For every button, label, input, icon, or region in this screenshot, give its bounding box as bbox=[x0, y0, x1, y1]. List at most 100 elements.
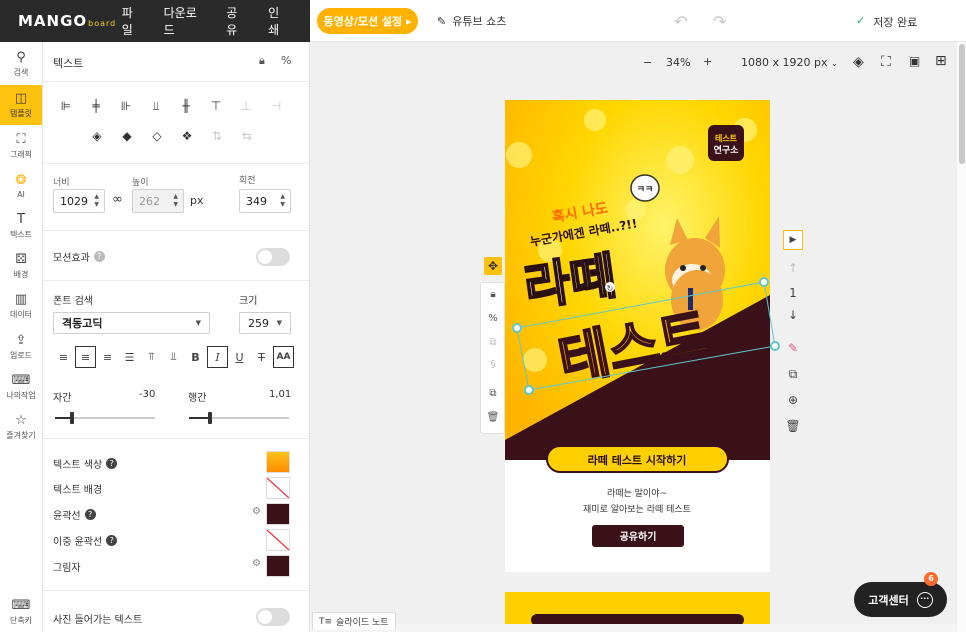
help-icon[interactable]: ? bbox=[106, 535, 118, 546]
stepper-icon[interactable]: ▲ ▼ bbox=[280, 193, 285, 209]
slider-handle[interactable] bbox=[70, 412, 74, 424]
lock-icon[interactable]: 🔒︎ bbox=[259, 54, 265, 68]
align-text-center-icon[interactable]: ≡ bbox=[75, 346, 96, 368]
link-element-icon[interactable]: § bbox=[481, 359, 505, 370]
nav-text[interactable]: T 텍스트 bbox=[0, 206, 42, 246]
slider-handle[interactable] bbox=[208, 412, 212, 424]
zoom-out-icon[interactable]: − bbox=[643, 56, 652, 69]
logo[interactable]: MANGO board bbox=[18, 12, 122, 30]
opacity-icon[interactable]: % bbox=[481, 313, 505, 324]
align-top-icon[interactable]: ⊤ bbox=[201, 96, 231, 116]
menu-download[interactable]: 다운로드 bbox=[164, 4, 206, 38]
photo-text-toggle[interactable] bbox=[256, 608, 290, 626]
horizontal-scrollbar[interactable] bbox=[310, 624, 956, 632]
page-down-icon[interactable]: ↓ bbox=[783, 305, 803, 325]
strikethrough-icon[interactable]: T bbox=[251, 346, 272, 368]
scrollbar-thumb[interactable] bbox=[959, 44, 965, 164]
gear-icon[interactable]: ⚙ bbox=[252, 506, 261, 517]
menu-print[interactable]: 인쇄 bbox=[268, 4, 289, 38]
underline-icon[interactable]: U bbox=[229, 346, 250, 368]
vertical-top-icon[interactable]: ⫪ bbox=[141, 346, 162, 368]
design-page-2[interactable] bbox=[505, 592, 770, 624]
motion-settings-button[interactable]: 동영상/모션 설정 ▸ bbox=[317, 8, 418, 34]
link-icon[interactable]: ∞ bbox=[112, 192, 123, 207]
nav-graphic[interactable]: ⛶ 그래픽 bbox=[0, 126, 42, 166]
bold-icon[interactable]: B bbox=[185, 346, 206, 368]
add-page-icon[interactable]: ⊕ bbox=[783, 390, 803, 410]
height-input[interactable]: 262 ▲ ▼ bbox=[132, 189, 184, 213]
align-middle-icon[interactable]: ╫ bbox=[171, 96, 201, 116]
selection-box[interactable]: ↻ bbox=[505, 270, 780, 400]
align-text-right-icon[interactable]: ≡ bbox=[97, 346, 118, 368]
redo-icon[interactable]: ↷ bbox=[713, 12, 726, 31]
help-icon[interactable]: ? bbox=[106, 458, 118, 469]
gear-icon[interactable]: ⚙ bbox=[252, 558, 261, 569]
motion-toggle[interactable] bbox=[256, 248, 290, 266]
help-center-button[interactable]: 고객센터 ··· 6 bbox=[854, 572, 947, 617]
play-icon[interactable]: ▶ bbox=[783, 230, 803, 250]
distribute-v-icon[interactable]: ⊣ bbox=[261, 96, 291, 116]
lock-icon[interactable]: 🔒︎ bbox=[481, 289, 505, 300]
nav-upload[interactable]: ⇪ 업로드 bbox=[0, 327, 42, 367]
bring-front-icon[interactable]: ◆ bbox=[112, 126, 142, 146]
menu-share[interactable]: 공유 bbox=[226, 4, 247, 38]
stepper-icon[interactable]: ▲ ▼ bbox=[173, 193, 178, 209]
menu-file[interactable]: 파일 bbox=[122, 4, 143, 38]
youtube-shorts-button[interactable]: ✎ 유튜브 쇼츠 bbox=[437, 13, 506, 29]
flip-v-icon[interactable]: ⇆ bbox=[232, 126, 262, 146]
uppercase-icon[interactable]: AA bbox=[273, 346, 294, 368]
group-icon[interactable]: ⧉ bbox=[481, 337, 505, 348]
undo-icon[interactable]: ↶ bbox=[674, 12, 687, 31]
align-bottom-icon[interactable]: ⫫ bbox=[141, 96, 171, 116]
size-select[interactable]: 259 ▼ bbox=[239, 312, 291, 334]
text-bg-swatch[interactable] bbox=[266, 477, 290, 499]
copy-page-icon[interactable]: ⧉ bbox=[783, 364, 803, 384]
crop-icon[interactable]: ⛶ bbox=[881, 54, 891, 70]
opacity-icon[interactable]: % bbox=[281, 54, 291, 67]
rotate-input[interactable]: 349 ▲ ▼ bbox=[239, 189, 291, 213]
nav-data[interactable]: ▥ 데이터 bbox=[0, 286, 42, 326]
duplicate-icon[interactable]: ⧉ bbox=[481, 388, 505, 399]
nav-my-work[interactable]: ⌨ 나의작업 bbox=[0, 367, 42, 407]
canvas-size-select[interactable]: 1080 x 1920 px ⌄ bbox=[741, 56, 838, 69]
zoom-in-icon[interactable]: + bbox=[703, 55, 712, 68]
nav-background[interactable]: ⚄ 배경 bbox=[0, 246, 42, 286]
shadow-swatch[interactable] bbox=[266, 555, 290, 577]
letter-spacing-slider[interactable] bbox=[55, 412, 155, 424]
flip-h-icon[interactable]: ⇅ bbox=[202, 126, 232, 146]
move-handle-icon[interactable]: ✥ bbox=[484, 257, 502, 275]
page-up-icon[interactable]: ↑ bbox=[783, 258, 803, 278]
nav-shortcuts[interactable]: ⌨ 단축키 bbox=[0, 592, 42, 632]
double-outline-swatch[interactable] bbox=[266, 529, 290, 551]
align-center-icon[interactable]: ╪ bbox=[81, 96, 111, 116]
outline-swatch[interactable] bbox=[266, 503, 290, 525]
layers-icon[interactable]: ◈ bbox=[853, 54, 864, 70]
delete-page-icon[interactable]: 🗑︎ bbox=[783, 416, 803, 436]
stepper-icon[interactable]: ▲ ▼ bbox=[94, 193, 99, 209]
trash-icon[interactable]: 🗑︎ bbox=[481, 412, 505, 423]
nav-favorites[interactable]: ☆ 즐겨찾기 bbox=[0, 407, 42, 447]
text-color-swatch[interactable] bbox=[266, 451, 290, 473]
align-text-justify-icon[interactable]: ☰ bbox=[119, 346, 140, 368]
send-backward-icon[interactable]: ◇ bbox=[142, 126, 172, 146]
resize-icon[interactable]: ▣ bbox=[909, 54, 920, 68]
send-back-icon[interactable]: ❖ bbox=[172, 126, 202, 146]
font-select[interactable]: 격동고딕 ▼ bbox=[53, 312, 210, 334]
vertical-scrollbar[interactable] bbox=[956, 42, 966, 632]
bring-forward-icon[interactable]: ◈ bbox=[82, 126, 112, 146]
distribute-h-icon[interactable]: ⊥ bbox=[231, 96, 261, 116]
grid-icon[interactable]: ⊞ bbox=[935, 53, 947, 69]
color-picker-icon[interactable]: ✎ bbox=[783, 338, 803, 358]
nav-search[interactable]: ⚲ 검색 bbox=[0, 44, 42, 84]
help-icon[interactable]: ? bbox=[84, 509, 96, 520]
help-icon[interactable]: ? bbox=[93, 251, 105, 262]
width-input[interactable]: 1029 ▲ ▼ bbox=[53, 189, 105, 213]
vertical-bottom-icon[interactable]: ⫫ bbox=[163, 346, 184, 368]
align-left-icon[interactable]: ⊫ bbox=[51, 96, 81, 116]
align-text-left-icon[interactable]: ≡ bbox=[53, 346, 74, 368]
italic-icon[interactable]: I bbox=[207, 346, 228, 368]
slide-note-tab[interactable]: T≡ 슬라이드 노트 bbox=[312, 612, 396, 630]
line-height-slider[interactable] bbox=[189, 412, 289, 424]
align-right-icon[interactable]: ⊪ bbox=[111, 96, 141, 116]
nav-template[interactable]: ◫ 템플릿 bbox=[0, 85, 42, 125]
